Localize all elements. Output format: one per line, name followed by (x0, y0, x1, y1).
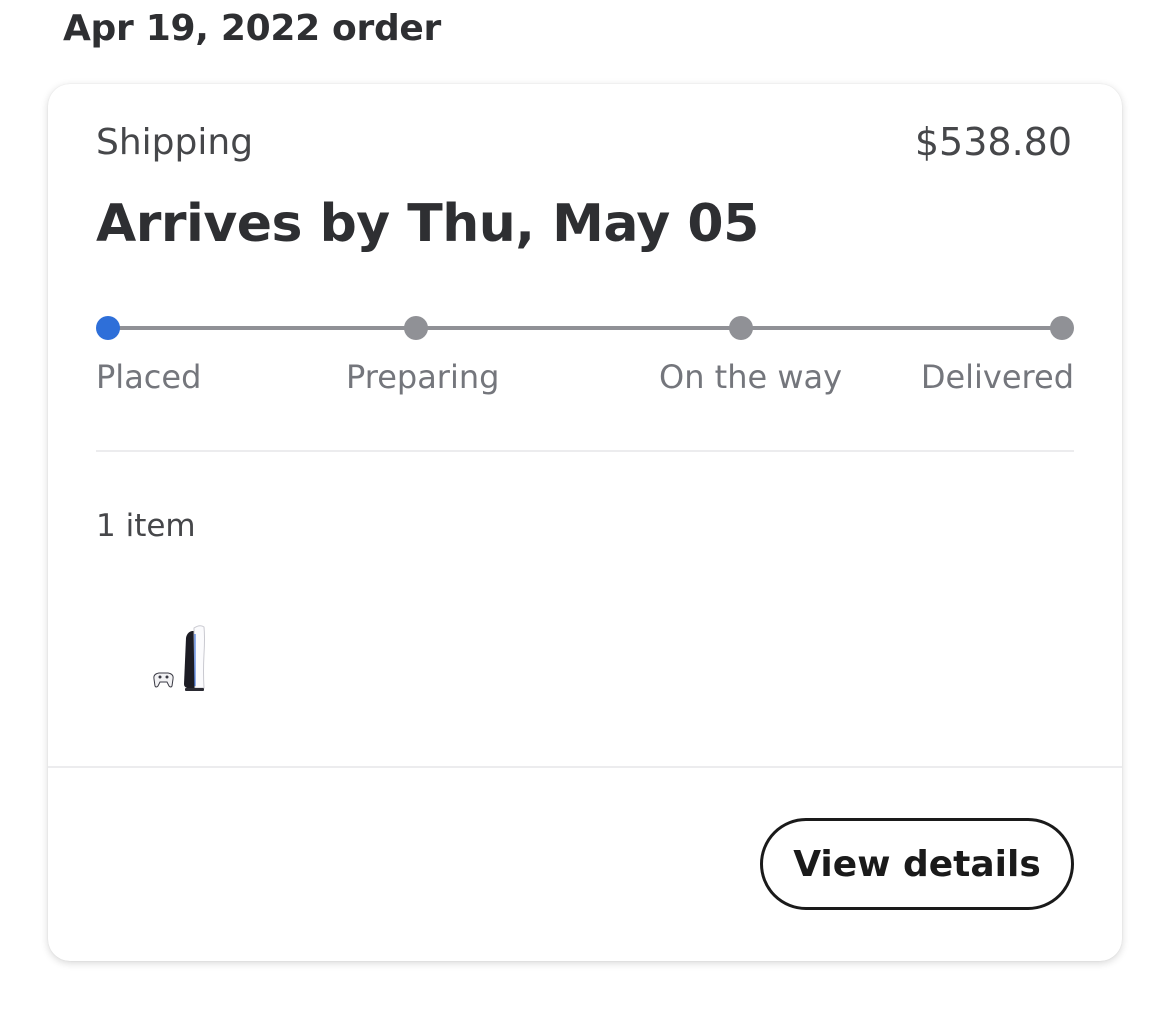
section-divider (96, 450, 1074, 452)
arrival-date: Arrives by Thu, May 05 (96, 194, 759, 254)
step-label-placed: Placed (96, 358, 202, 396)
ps5-console-icon (153, 625, 205, 691)
step-dot-placed (96, 316, 120, 340)
step-label-on-the-way: On the way (659, 358, 843, 396)
step-dot-on-the-way (729, 316, 754, 340)
step-label-delivered: Delivered (920, 358, 1074, 396)
order-date-heading: Apr 19, 2022 order (63, 8, 441, 49)
progress-track-line (108, 326, 1062, 330)
step-dot-preparing (404, 316, 429, 340)
item-count: 1 item (96, 508, 196, 544)
view-details-button[interactable]: View details (760, 818, 1074, 910)
product-image-ps5[interactable] (148, 624, 218, 696)
fulfillment-type-label: Shipping (96, 122, 254, 163)
step-dot-delivered (1050, 316, 1074, 340)
order-card: Shipping $538.80 Arrives by Thu, May 05 … (48, 84, 1122, 961)
step-label-preparing: Preparing (346, 358, 500, 396)
footer-divider (48, 766, 1122, 768)
order-total: $538.80 (914, 120, 1072, 164)
order-progress-tracker (96, 316, 1074, 340)
